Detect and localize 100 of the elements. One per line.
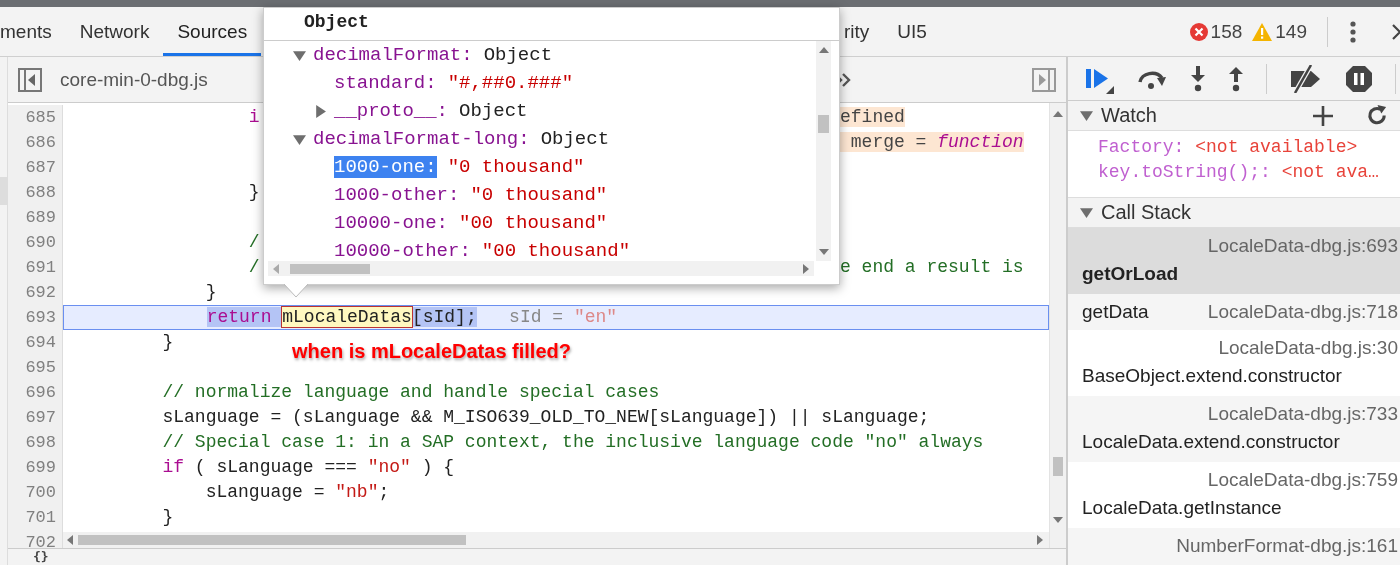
frame-function: getOrLoad [1082, 262, 1180, 287]
step-into-icon[interactable] [1190, 65, 1206, 92]
line-number: 702 [8, 530, 63, 548]
frame-function: LocaleData.extend.constructor [1082, 430, 1341, 454]
line-number: 697 [8, 405, 63, 430]
horizontal-scrollbar[interactable] [268, 261, 814, 276]
watch-expression[interactable]: key.toString();: <not ava… [1098, 160, 1400, 186]
property-key[interactable]: 1000-other: [334, 184, 460, 206]
line-number: 699 [8, 455, 63, 480]
popover-title: Object [264, 8, 839, 41]
property-value: "0 thousand" [470, 184, 608, 206]
vertical-scrollbar[interactable] [1049, 103, 1066, 548]
panel-tab[interactable]: Network [65, 7, 164, 56]
frame-location: NumberFormat-dbg.js:161 [1176, 534, 1398, 558]
watch-expression[interactable]: Factory: <not available> [1098, 135, 1400, 161]
warning-icon [1252, 22, 1273, 41]
call-frame[interactable]: NumberFormat-dbg.js:161 [1068, 528, 1400, 565]
scroll-up-icon[interactable] [819, 47, 829, 53]
scroll-down-icon[interactable] [819, 249, 829, 255]
scrollbar-thumb[interactable] [818, 115, 829, 133]
file-tab[interactable]: core-min-0-dbg.js [60, 68, 208, 91]
annotation-text: when is mLocaleDatas filled? [292, 340, 571, 363]
line-number: 691 [8, 255, 63, 280]
refresh-icon[interactable] [1367, 105, 1388, 127]
line-number: 689 [8, 205, 63, 230]
toggle-debugger-icon[interactable] [1032, 67, 1056, 92]
property-key[interactable]: decimalFormat-long: [313, 128, 530, 150]
property-key[interactable]: 10000-other: [334, 240, 471, 261]
line-number: 693 [8, 305, 63, 330]
toggle-navigator-icon[interactable] [18, 67, 42, 92]
frame-function: BaseObject.extend.constructor [1082, 364, 1343, 388]
more-options-icon[interactable] [1350, 20, 1356, 43]
code-line: return mLocaleDatas[sId]; sId = "en" [205, 307, 618, 327]
horizontal-scrollbar[interactable] [63, 532, 1049, 548]
frame-location: LocaleData-dbg.js:30 [1218, 336, 1398, 360]
line-number: 700 [8, 480, 63, 505]
code-line: / [247, 257, 260, 277]
code-line: } [247, 182, 260, 202]
line-number: 701 [8, 505, 63, 530]
property-key[interactable]: __proto__: [334, 100, 449, 122]
call-frame[interactable]: LocaleData-dbg.js:733 LocaleData.extend.constructor [1068, 396, 1400, 462]
property-key[interactable]: standard: [334, 72, 437, 94]
code-fragment: efined [840, 106, 905, 129]
property-value: Object [459, 100, 528, 122]
section-title: Watch [1101, 104, 1157, 128]
call-stack-section-header[interactable]: Call Stack [1068, 198, 1400, 229]
pretty-print-button[interactable]: {} [33, 549, 49, 565]
expanded-triangle-icon[interactable] [293, 48, 306, 62]
call-frame[interactable]: LocaleData-dbg.js:693 getOrLoad [1068, 228, 1400, 295]
frame-location: LocaleData-dbg.js:733 [1207, 402, 1398, 426]
code-line: / [247, 232, 260, 252]
add-icon[interactable] [1313, 105, 1333, 126]
panel-tab[interactable]: UI5 [883, 7, 941, 56]
code-line: if ( sLanguage === "no" ) { [161, 457, 455, 477]
pause-on-exceptions-icon[interactable] [1345, 64, 1373, 93]
expanded-triangle-icon[interactable] [1080, 109, 1093, 123]
line-number: 687 [8, 155, 63, 180]
code-line: sLanguage = (sLanguage && M_ISO639_OLD_TO_NEW[sLanguage]) || sLanguage; [161, 407, 930, 427]
property-value: "0 thousand" [447, 156, 585, 178]
property-value: "#,##0.###" [447, 72, 574, 94]
scroll-up-icon[interactable] [1053, 111, 1063, 117]
property-key[interactable]: decimalFormat: [313, 44, 473, 66]
scroll-right-icon[interactable] [803, 264, 809, 274]
call-frame[interactable]: getData LocaleData-dbg.js:718 [1068, 294, 1400, 330]
panel-tab[interactable]: ments [0, 7, 66, 56]
scrollbar-thumb[interactable] [1053, 457, 1063, 476]
code-line: // normalize language and handle special cases [161, 382, 660, 402]
frame-function: getData [1082, 300, 1149, 325]
property-key[interactable]: 10000-one: [334, 212, 449, 234]
property-value: Object [540, 128, 610, 150]
frame-location: LocaleData-dbg.js:759 [1207, 468, 1398, 492]
scrollbar-thumb[interactable] [290, 264, 370, 274]
vertical-scrollbar[interactable] [816, 41, 831, 261]
line-number: 688 [8, 180, 63, 205]
warning-count[interactable]: 149 [1250, 20, 1309, 43]
error-icon [1189, 22, 1208, 41]
scroll-down-icon[interactable] [1053, 517, 1063, 523]
scroll-right-icon[interactable] [1037, 535, 1043, 545]
frame-location: LocaleData-dbg.js:693 [1207, 234, 1398, 259]
step-out-icon[interactable] [1228, 65, 1244, 92]
line-number: 695 [8, 355, 63, 380]
code-fragment: merge = function [840, 130, 1024, 155]
code-line: // Special case 1: in a SAP context, the inclusive language code "no" always [161, 432, 984, 452]
watch-section-header[interactable]: Watch [1068, 101, 1400, 132]
line-number: 694 [8, 330, 63, 355]
line-number: 685 [8, 105, 63, 130]
code-line: i [247, 107, 260, 127]
line-number: 696 [8, 380, 63, 405]
expanded-triangle-icon[interactable] [1080, 206, 1093, 220]
scroll-left-icon[interactable] [67, 535, 73, 545]
scrollbar-thumb[interactable] [78, 535, 466, 545]
code-line: } [204, 282, 217, 302]
close-icon[interactable] [1392, 22, 1400, 41]
expanded-triangle-icon[interactable] [293, 132, 306, 146]
code-line: } [161, 507, 174, 527]
frame-function: LocaleData.getInstance [1082, 496, 1283, 520]
error-count[interactable]: 158 [1187, 20, 1245, 43]
collapsed-triangle-icon[interactable] [314, 104, 327, 118]
property-key[interactable]: 1000-one: [334, 156, 437, 178]
section-title: Call Stack [1101, 201, 1192, 225]
